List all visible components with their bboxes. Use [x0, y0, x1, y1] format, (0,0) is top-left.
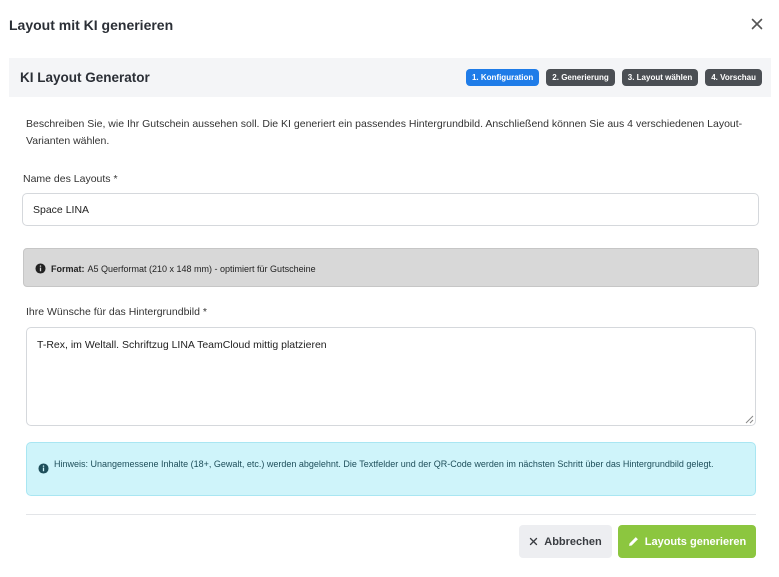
format-text: A5 Querformat (210 x 148 mm) - optimiert…: [87, 263, 316, 274]
wishes-field-label: Ihre Wünsche für das Hintergrundbild *: [26, 306, 207, 318]
step-preview: 4. Vorschau: [705, 69, 762, 86]
step-choose-layout: 3. Layout wählen: [621, 69, 699, 86]
layout-name-input[interactable]: [22, 193, 759, 226]
format-label: Format:: [51, 263, 85, 274]
info-circle-icon: [38, 463, 49, 474]
step-generation: 2. Generierung: [546, 69, 615, 86]
name-field-label: Name des Layouts *: [23, 173, 118, 185]
cancel-button-label: Abbrechen: [544, 535, 602, 548]
generate-layouts-button[interactable]: Layouts generieren: [618, 525, 756, 558]
hint-text: Hinweis: Unangemessene Inhalte (18+, Gew…: [54, 459, 714, 469]
hint-box: Hinweis: Unangemessene Inhalte (18+, Gew…: [26, 442, 756, 496]
footer-divider: [26, 514, 756, 515]
generator-title: KI Layout Generator: [20, 70, 150, 85]
info-circle-icon: [35, 263, 46, 274]
generate-button-label: Layouts generieren: [644, 535, 747, 548]
step-configuration: 1. Konfiguration: [465, 69, 540, 86]
resize-handle-icon[interactable]: [745, 415, 754, 424]
close-button[interactable]: [749, 16, 765, 32]
close-icon: [751, 18, 763, 30]
step-indicator: 1. Konfiguration 2. Generierung 3. Layou…: [465, 69, 762, 86]
generator-header: KI Layout Generator 1. Konfiguration 2. …: [9, 58, 771, 97]
pencil-icon: [628, 537, 638, 546]
background-wishes-textarea[interactable]: T-Rex, im Weltall. Schriftzug LINA TeamC…: [26, 327, 756, 426]
modal-header: Layout mit KI generieren: [0, 0, 779, 52]
modal-title: Layout mit KI generieren: [9, 17, 174, 33]
format-info-box: Format: A5 Querformat (210 x 148 mm) - o…: [23, 248, 759, 287]
intro-text: Beschreiben Sie, wie Ihr Gutschein ausse…: [26, 118, 743, 147]
x-icon: [530, 537, 538, 546]
cancel-button[interactable]: Abbrechen: [519, 525, 612, 558]
